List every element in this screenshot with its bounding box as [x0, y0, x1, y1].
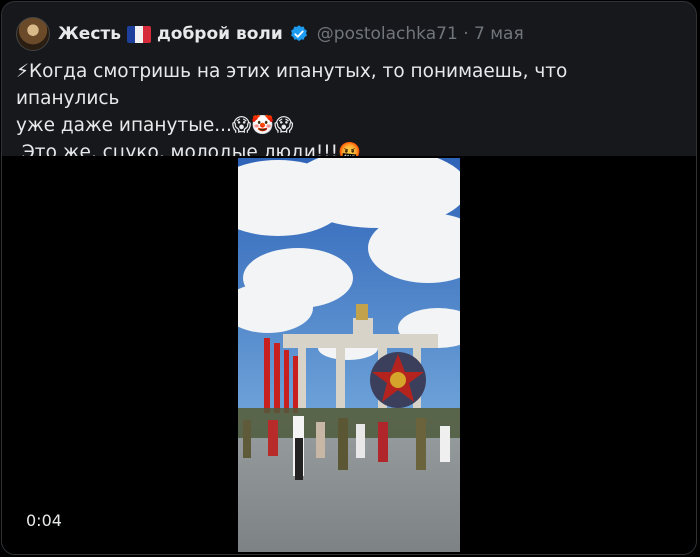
author-name-text: Жесть [58, 24, 122, 44]
author-name-suffix: доброй воли [157, 24, 283, 44]
france-flag-icon [127, 25, 152, 43]
separator-dot: · [463, 24, 469, 44]
video-thumbnail [238, 158, 460, 552]
tweet-text: ⚡Когда смотришь на этих ипанутых, то пон… [16, 61, 568, 163]
video-duration: 0:04 [26, 511, 62, 530]
tweet-card[interactable]: Жесть доброй воли @postolachka71 · 7 мая… [1, 1, 697, 555]
video-player[interactable]: 0:04 [2, 156, 696, 554]
verified-badge-icon [290, 25, 307, 42]
author-handle[interactable]: @postolachka71 [317, 24, 458, 44]
order-star [370, 352, 426, 408]
tweet-header: Жесть доброй воли @postolachka71 · 7 мая [16, 16, 524, 52]
tweet-date[interactable]: 7 мая [474, 24, 524, 44]
avatar[interactable] [16, 17, 50, 51]
video-frame[interactable] [238, 158, 460, 552]
handle-and-date[interactable]: @postolachka71 · 7 мая [317, 24, 524, 44]
author-name[interactable]: Жесть доброй воли [58, 24, 309, 44]
